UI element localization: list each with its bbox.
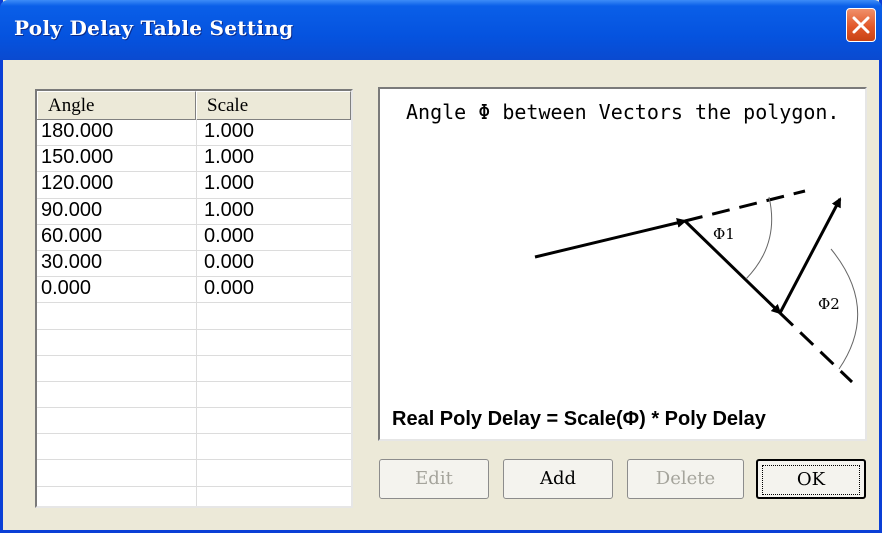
close-button[interactable] xyxy=(846,8,876,42)
phi1-label: Φ1 xyxy=(713,225,735,243)
delete-button[interactable]: Delete xyxy=(627,459,744,499)
vector-angle-diagram: Φ1 Φ2 xyxy=(534,189,859,384)
column-header-angle[interactable]: Angle xyxy=(37,91,196,119)
close-icon xyxy=(852,16,870,34)
empty-row xyxy=(37,382,351,409)
scale-cell: 1.000 xyxy=(204,198,255,221)
dashed-extension-2 xyxy=(778,311,854,384)
table-header: Angle Scale xyxy=(37,91,351,120)
title-bar[interactable]: Poly Delay Table Setting xyxy=(0,0,882,60)
empty-row xyxy=(37,356,351,382)
ok-button-label: OK xyxy=(762,465,860,495)
phi2-label: Φ2 xyxy=(818,295,840,313)
incoming-vector xyxy=(534,218,687,259)
table-row[interactable]: 150.000 1.000 xyxy=(37,146,351,173)
scale-cell: 0.000 xyxy=(204,277,255,300)
angle-cell: 60.000 xyxy=(41,224,103,247)
table-row[interactable]: 90.000 1.000 xyxy=(37,199,351,225)
angle-cell: 150.000 xyxy=(41,146,114,169)
scale-cell: 1.000 xyxy=(204,146,255,169)
angle-arc-1 xyxy=(745,196,773,280)
angle-cell: 120.000 xyxy=(41,172,114,195)
scale-cell: 1.000 xyxy=(204,172,255,195)
dialog-window: Poly Delay Table Setting Angle Scale 180… xyxy=(0,0,882,533)
empty-row xyxy=(37,460,351,487)
angle-cell: 0.000 xyxy=(41,277,92,300)
scale-cell: 1.000 xyxy=(204,120,255,142)
table-body: 180.000 1.000 150.000 1.000 120.000 1.000 9… xyxy=(37,120,351,506)
edit-button[interactable]: Edit xyxy=(379,459,489,499)
table-row[interactable]: 120.000 1.000 xyxy=(37,172,351,199)
window-title: Poly Delay Table Setting xyxy=(14,16,294,40)
angle-diagram-panel: Angle Φ between Vectors the polygon. Φ1 … xyxy=(378,87,867,441)
table-row[interactable]: 60.000 0.000 xyxy=(37,225,351,251)
table-row[interactable]: 0.000 0.000 xyxy=(37,277,351,304)
empty-row xyxy=(37,434,351,461)
empty-row xyxy=(37,330,351,356)
column-header-scale[interactable]: Scale xyxy=(196,91,351,119)
empty-row xyxy=(37,408,351,435)
angle-cell: 90.000 xyxy=(41,198,103,221)
angle-cell: 30.000 xyxy=(41,250,103,273)
table-row[interactable]: 30.000 0.000 xyxy=(37,250,351,278)
add-button[interactable]: Add xyxy=(503,459,613,499)
poly-delay-table[interactable]: Angle Scale 180.000 1.000 150.000 1.000 12… xyxy=(35,89,353,508)
dashed-extension-1 xyxy=(684,189,806,223)
scale-cell: 0.000 xyxy=(204,224,255,247)
empty-row xyxy=(37,303,351,330)
table-row[interactable]: 180.000 1.000 xyxy=(37,120,351,147)
ok-button[interactable]: OK xyxy=(756,459,866,499)
angle-cell: 180.000 xyxy=(41,120,114,142)
empty-row xyxy=(37,487,351,506)
delay-formula: Real Poly Delay = Scale(Φ) * Poly Delay xyxy=(392,408,766,430)
scale-cell: 0.000 xyxy=(204,250,255,273)
